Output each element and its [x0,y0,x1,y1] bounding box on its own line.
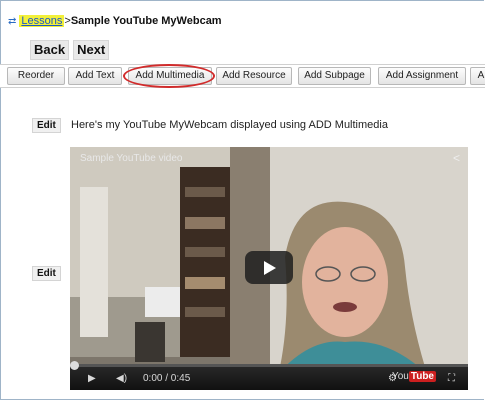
page-navigation: Back Next [30,40,110,60]
youtube-video-player[interactable]: Sample YouTube video < ▶ ◀) 0:00 / 0:45 … [70,147,468,390]
toolbar-overflow-button[interactable]: A [470,67,485,85]
youtube-logo[interactable]: You Tube [392,371,436,382]
share-icon[interactable]: < [453,151,460,165]
back-button[interactable]: Back [30,40,70,60]
add-text-button[interactable]: Add Text [68,67,122,85]
play-icon[interactable]: ▶ [88,373,96,384]
add-resource-button[interactable]: Add Resource [216,67,292,85]
fullscreen-icon[interactable]: ⛶ [448,373,455,384]
time-display: 0:00 / 0:45 [143,373,191,384]
editor-toolbar: Reorder Add Text Add Multimedia Add Reso… [0,64,485,88]
edit-button-text-item[interactable]: Edit [32,118,61,133]
lessons-link[interactable]: Lessons [19,15,65,27]
add-assignment-button[interactable]: Add Assignment [378,67,466,85]
refresh-icon[interactable]: ⇄ [8,16,16,27]
page-title: Sample YouTube MyWebcam [70,15,222,27]
play-button[interactable] [245,251,293,284]
volume-icon[interactable]: ◀) [116,373,127,384]
edit-button-video-item[interactable]: Edit [32,266,61,281]
video-controls: ▶ ◀) 0:00 / 0:45 ⚙ You Tube ⛶ [70,361,468,390]
annotation-highlight-ring [123,64,215,88]
progress-handle[interactable] [70,361,79,370]
next-button[interactable]: Next [73,40,110,60]
breadcrumb: ⇄ Lessons > Sample YouTube MyWebcam [8,15,222,27]
add-subpage-button[interactable]: Add Subpage [298,67,371,85]
progress-bar[interactable] [70,361,468,370]
video-title: Sample YouTube video [80,153,183,164]
reorder-button[interactable]: Reorder [7,67,65,85]
text-item-content: Here's my YouTube MyWebcam displayed usi… [71,119,388,131]
